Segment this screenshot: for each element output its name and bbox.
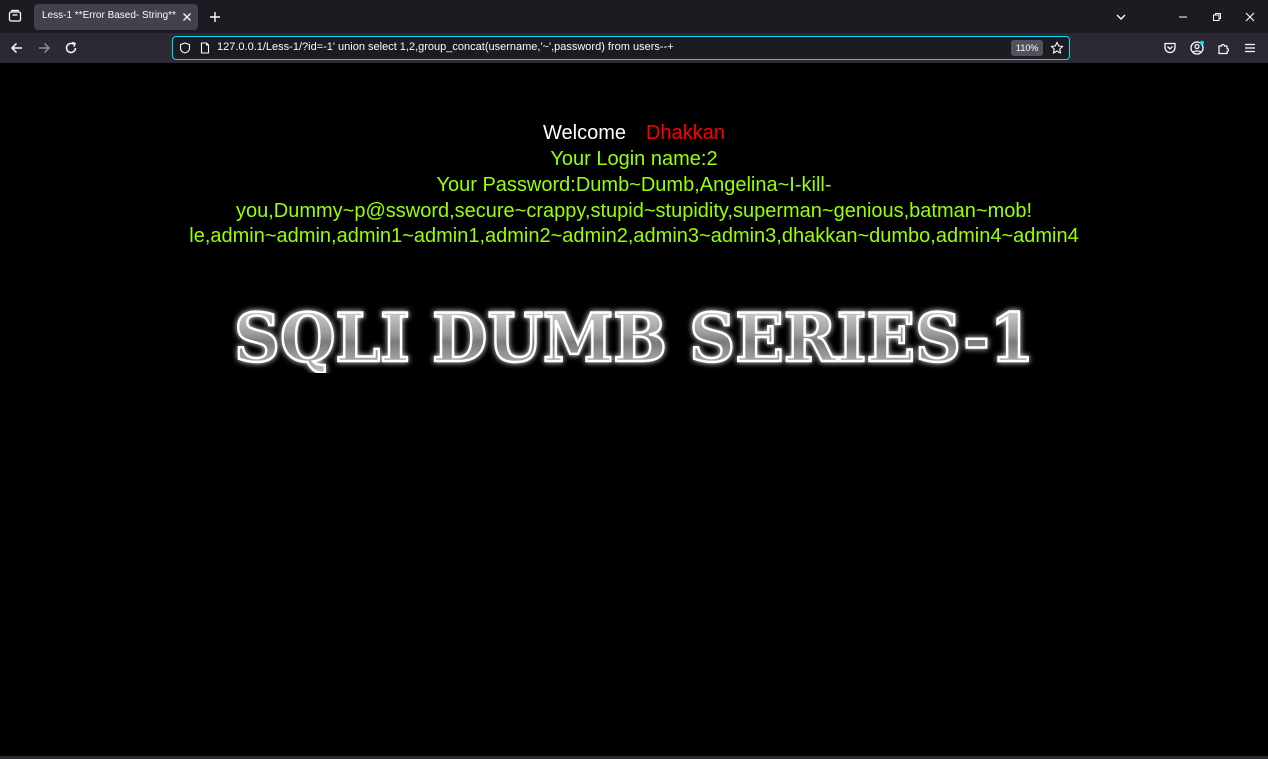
menu-hamburger-icon[interactable] [1241,39,1259,57]
page-info-icon[interactable] [197,40,213,56]
forward-arrow-icon[interactable] [35,39,53,57]
back-arrow-icon[interactable] [8,39,26,57]
page-content: Welcome Dhakkan Your Login name:2 Your Pa… [0,63,1268,759]
close-window-icon[interactable] [1241,8,1259,26]
welcome-text: Welcome [543,122,627,144]
zoom-level-button[interactable]: 110% [1011,40,1044,56]
bookmark-star-icon[interactable] [1049,40,1065,56]
url-input[interactable]: 127.0.0.1/Less-1/?id=-1' union select 1,… [217,41,674,53]
password-line-3: le,admin~admin,admin1~admin1,admin2~admi… [189,225,1079,247]
tracking-protection-shield-icon[interactable] [177,40,193,56]
banner-text: SQLI DUMB SERIES-1 [234,301,1034,373]
welcome-name: Dhakkan [646,122,725,144]
password-line-1: Your Password:Dumb~Dumb,Angelina~I-kill- [436,174,832,196]
new-tab-plus-icon[interactable] [206,8,224,26]
sqli-dumb-series-banner: SQLI DUMB SERIES-1 [233,301,1036,373]
restore-icon[interactable] [1208,8,1226,26]
account-icon[interactable] [1188,39,1206,57]
list-all-tabs-chevron-down-icon[interactable] [1112,8,1130,26]
close-tab-icon[interactable] [179,9,195,25]
login-name-text: Your Login name:2 [550,148,718,170]
tab-active[interactable]: Less-1 **Error Based- String** [34,4,198,30]
tab-title: Less-1 **Error Based- String** [42,10,176,21]
welcome-line: Welcome Dhakkan [0,122,1268,145]
tab-bar: Less-1 **Error Based- String** [0,0,1268,33]
minimize-icon[interactable] [1174,8,1192,26]
tab-list-icon[interactable] [6,7,24,25]
pocket-icon[interactable] [1161,39,1179,57]
reload-icon[interactable] [62,39,80,57]
address-bar[interactable]: 127.0.0.1/Less-1/?id=-1' union select 1,… [172,36,1070,60]
password-line-2: you,Dummy~p@ssword,secure~crappy,stupid~… [235,200,1033,222]
extensions-puzzle-icon[interactable] [1215,39,1233,57]
navigation-toolbar: 127.0.0.1/Less-1/?id=-1' union select 1,… [0,33,1268,63]
